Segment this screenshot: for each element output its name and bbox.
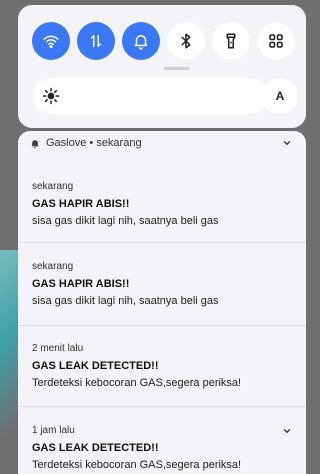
- brightness-icon: [42, 87, 60, 105]
- chevron-down-icon[interactable]: [282, 138, 292, 148]
- notification-title: GAS HAPIR ABIS!!: [32, 278, 130, 290]
- notification-time: sekarang: [32, 261, 74, 272]
- data-transfer-icon: [90, 35, 102, 47]
- notification-item[interactable]: sekarang GAS HAPIR ABIS!! sisa gas dikit…: [18, 156, 306, 241]
- chevron-down-icon[interactable]: [282, 426, 292, 436]
- notification-time: 1 jam lalu: [32, 425, 75, 436]
- notification-panel: Gaslove • sekarang sekarang GAS HAPIR AB…: [18, 131, 306, 474]
- notification-time: 2 menit lalu: [32, 343, 84, 354]
- mobile-data-tile[interactable]: [77, 22, 115, 60]
- bluetooth-tile[interactable]: [167, 22, 205, 60]
- notification-body: sisa gas dikit lagi nih, saatnya beli ga…: [32, 215, 219, 227]
- notification-app-label: Gaslove • sekarang: [46, 137, 142, 149]
- brightness-slider[interactable]: [33, 78, 268, 114]
- notification-title: GAS LEAK DETECTED!!: [32, 442, 159, 454]
- bell-icon: [31, 140, 39, 149]
- quick-settings-panel: A: [18, 5, 306, 128]
- notification-item[interactable]: sekarang GAS HAPIR ABIS!! sisa gas dikit…: [18, 242, 306, 325]
- notification-body: Terdeteksi kebocoran GAS,segera periksa!: [32, 459, 242, 471]
- auto-brightness-button[interactable]: A: [262, 78, 298, 114]
- notification-item[interactable]: 1 jam lalu GAS LEAK DETECTED!! Terdeteks…: [18, 406, 306, 474]
- wifi-icon: [43, 35, 59, 49]
- notifications-tile[interactable]: [122, 22, 160, 60]
- notification-body: Terdeteksi kebocoran GAS,segera periksa!: [32, 377, 242, 389]
- grid-icon: [269, 34, 283, 48]
- bluetooth-icon: [181, 33, 191, 49]
- notification-title: GAS HAPIR ABIS!!: [32, 198, 130, 210]
- notification-title: GAS LEAK DETECTED!!: [32, 360, 159, 372]
- flashlight-tile[interactable]: [212, 22, 250, 60]
- more-tiles[interactable]: [257, 22, 295, 60]
- notification-group-header[interactable]: Gaslove • sekarang: [18, 131, 306, 156]
- drag-handle[interactable]: [164, 67, 190, 70]
- notification-time: sekarang: [32, 181, 74, 192]
- bell-icon: [134, 35, 148, 50]
- notification-item[interactable]: 2 menit lalu GAS LEAK DETECTED!! Terdete…: [18, 325, 306, 406]
- wifi-tile[interactable]: [32, 22, 70, 60]
- flashlight-icon: [226, 33, 236, 49]
- notification-body: sisa gas dikit lagi nih, saatnya beli ga…: [32, 295, 219, 307]
